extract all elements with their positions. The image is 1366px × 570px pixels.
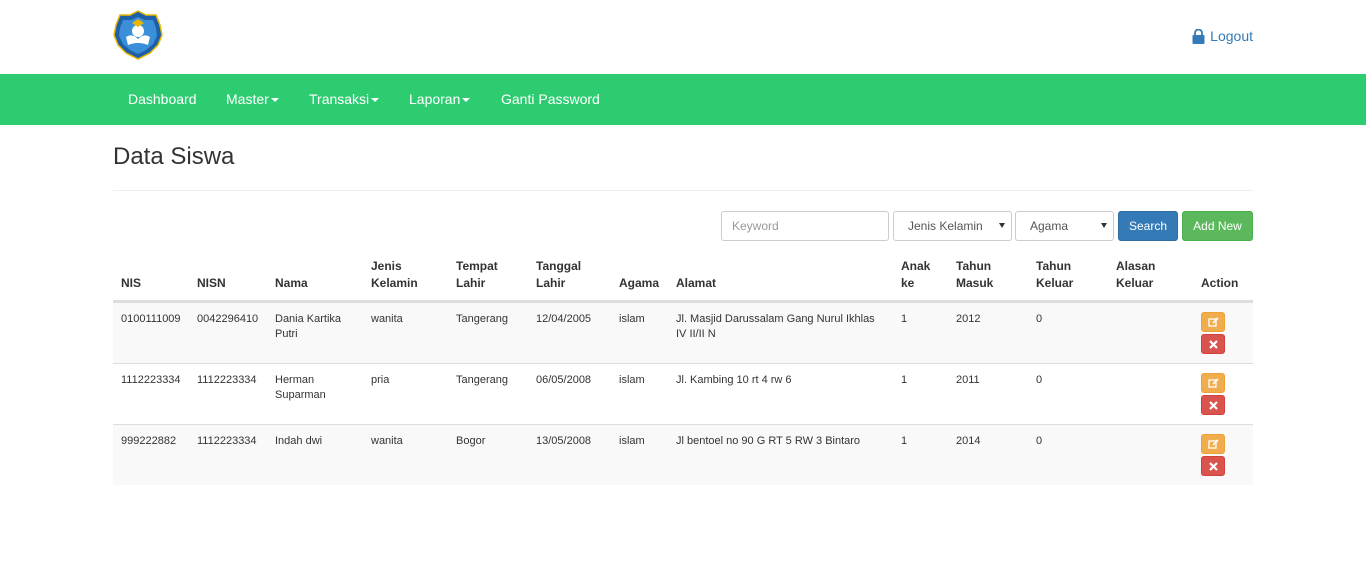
cell-jenis-kelamin: pria — [371, 374, 390, 386]
cell-tahun-masuk: 2011 — [956, 374, 980, 386]
cell-anak-ke: 1 — [901, 374, 908, 386]
cell-tanggal-lahir: 06/05/2008 — [536, 374, 592, 386]
nav-item-label: Master — [226, 91, 269, 107]
select-arrow-icon — [1101, 223, 1107, 228]
delete-button[interactable] — [1201, 456, 1225, 476]
cell-alamat: Jl. Masjid Darussalam Gang Nurul Ikhlas I… — [676, 313, 875, 340]
tut-wuri-handayani-logo[interactable] — [112, 9, 164, 61]
top-header: Logout — [0, 0, 1366, 74]
cell-nis: 1112223334 — [121, 374, 181, 386]
cell-jenis-kelamin: wanita — [371, 313, 403, 325]
cell-tempat-lahir: Tangerang — [456, 374, 508, 386]
caret-down-icon — [270, 98, 279, 103]
header-tahun-masuk: Tahun Masuk — [956, 259, 994, 290]
header-alamat: Alamat — [676, 276, 717, 290]
header-anak-ke: Anak ke — [901, 259, 931, 290]
nav-item-label: Ganti Password — [501, 91, 600, 107]
add-new-button[interactable]: Add New — [1182, 211, 1253, 241]
religion-select[interactable]: Agama — [1015, 211, 1114, 241]
cell-tanggal-lahir: 12/04/2005 — [536, 313, 592, 325]
keyword-input[interactable]: Keyword — [721, 211, 889, 241]
delete-button[interactable] — [1201, 395, 1225, 415]
cell-nis: 0100111009 — [121, 313, 181, 325]
nav-item-label: Dashboard — [128, 91, 197, 107]
nav-item-dashboard[interactable]: Dashboard — [128, 74, 197, 125]
cell-nis: 999222882 — [121, 435, 177, 447]
cell-tahun-keluar: 0 — [1036, 313, 1043, 325]
close-icon — [1208, 339, 1218, 349]
religion-select-value: Agama — [1030, 219, 1069, 233]
nav-item-master[interactable]: Master — [226, 74, 279, 125]
header-tanggal-lahir: Tanggal Lahir — [536, 259, 582, 290]
edit-icon — [1207, 316, 1219, 327]
gender-select-value: Jenis Kelamin — [908, 219, 983, 233]
nav-item-transaksi[interactable]: Transaksi — [309, 74, 380, 125]
cell-nisn: 1112223334 — [197, 435, 257, 447]
header-action: Action — [1201, 276, 1239, 290]
edit-button[interactable] — [1201, 312, 1225, 332]
cell-nama: Herman Suparman — [275, 374, 326, 401]
cell-tahun-masuk: 2014 — [956, 435, 981, 447]
select-arrow-icon — [999, 223, 1005, 228]
cell-tahun-keluar: 0 — [1036, 435, 1043, 447]
cell-nama: Indah dwi — [275, 435, 323, 447]
lock-icon — [1192, 28, 1205, 44]
header-jenis-kelamin: Jenis Kelamin — [371, 259, 418, 290]
nav-item-ganti-password[interactable]: Ganti Password — [501, 74, 600, 125]
logout-label: Logout — [1210, 28, 1253, 44]
delete-button[interactable] — [1201, 334, 1225, 354]
main-navbar: Dashboard Master Transaksi Laporan Ganti… — [0, 74, 1366, 125]
logout-link[interactable]: Logout — [1192, 28, 1253, 44]
cell-agama: islam — [619, 374, 645, 386]
header-tahun-keluar: Tahun Keluar — [1036, 259, 1074, 290]
header-agama: Agama — [619, 276, 660, 290]
table-row: 1112223334 1112223334 Herman Suparman pri… — [113, 363, 1253, 424]
cell-anak-ke: 1 — [901, 313, 908, 325]
cell-nisn: 1112223334 — [197, 374, 257, 386]
edit-button[interactable] — [1201, 434, 1225, 454]
cell-alamat: Jl. Kambing 10 rt 4 rw 6 — [676, 374, 792, 386]
header-nis: NIS — [121, 276, 142, 290]
header-tempat-lahir: Tempat Lahir — [456, 259, 498, 290]
caret-down-icon — [462, 98, 471, 103]
search-button[interactable]: Search — [1118, 211, 1178, 241]
header-nisn: NISN — [197, 276, 226, 290]
title-divider — [113, 190, 1253, 191]
edit-button[interactable] — [1201, 373, 1225, 393]
cell-nama: Dania Kartika Putri — [275, 313, 342, 340]
edit-icon — [1207, 377, 1219, 388]
table-row: 0100111009 0042296410 Dania Kartika Putri… — [113, 302, 1253, 363]
close-icon — [1208, 461, 1218, 471]
cell-tempat-lahir: Tangerang — [456, 313, 508, 325]
cell-agama: islam — [619, 313, 645, 325]
nav-item-laporan[interactable]: Laporan — [409, 74, 471, 125]
cell-jenis-kelamin: wanita — [371, 435, 403, 447]
cell-nisn: 0042296410 — [197, 313, 259, 325]
cell-anak-ke: 1 — [901, 435, 908, 447]
header-alasan-keluar: Alasan Keluar — [1116, 259, 1156, 290]
close-icon — [1208, 400, 1218, 410]
cell-agama: islam — [619, 435, 645, 447]
cell-tahun-keluar: 0 — [1036, 374, 1043, 386]
nav-item-label: Transaksi — [309, 91, 370, 107]
gender-select[interactable]: Jenis Kelamin — [893, 211, 1012, 241]
page-title: Data Siswa — [113, 143, 235, 170]
header-nama: Nama — [275, 276, 308, 290]
nav-item-label: Laporan — [409, 91, 461, 107]
table-row: 999222882 1112223334 Indah dwi wanita Bo… — [113, 424, 1253, 485]
cell-tanggal-lahir: 13/05/2008 — [536, 435, 592, 447]
cell-tahun-masuk: 2012 — [956, 313, 981, 325]
caret-down-icon — [371, 98, 380, 103]
cell-tempat-lahir: Bogor — [456, 435, 486, 447]
cell-alamat: Jl bentoel no 90 G RT 5 RW 3 Bintaro — [676, 435, 861, 447]
edit-icon — [1207, 438, 1219, 449]
